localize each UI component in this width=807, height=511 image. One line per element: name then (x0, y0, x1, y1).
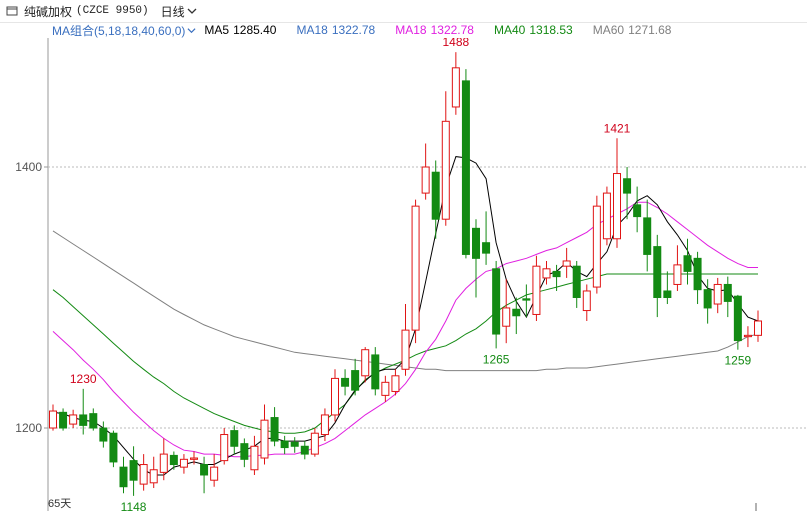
candle-body (482, 242, 491, 254)
legend-ma60: MA60 1271.68 (592, 23, 672, 37)
candle-body (169, 454, 178, 466)
candle-body (139, 464, 148, 485)
candle-body (472, 227, 480, 259)
ma-group-selector[interactable]: MA组合(5,18,18,40,60,0) (52, 22, 185, 39)
candle-body (250, 445, 259, 471)
candle-body (79, 414, 88, 426)
candle-body (663, 290, 672, 299)
candle-body (109, 432, 118, 463)
legend-ma18-a: MA18 1322.78 (296, 23, 376, 37)
candle-body (492, 268, 501, 335)
candle-body (361, 349, 370, 377)
candle-body (512, 308, 521, 317)
high-label: 1421 (604, 121, 631, 135)
candle-body (592, 205, 601, 288)
candle-body (401, 329, 410, 370)
candle-body (230, 430, 239, 447)
candle-body (190, 457, 198, 460)
candle-body (653, 246, 662, 298)
title-bar: 纯碱加权 (CZCE 9950) 日线 (0, 0, 807, 23)
candle-body (300, 445, 309, 455)
legend-ma5: MA5 1285.40 (204, 23, 277, 37)
candle-body (703, 289, 712, 309)
candle-body (693, 257, 702, 291)
candle-body (351, 370, 360, 391)
candle-body (743, 334, 752, 338)
candle-body (683, 255, 692, 272)
y-tick-label: 1200 (15, 421, 42, 435)
candle-body (240, 443, 249, 460)
candle-body (341, 377, 350, 387)
candle-body (431, 171, 440, 220)
candle-body (522, 298, 531, 301)
candle-body (331, 377, 339, 416)
candlestick-chart[interactable]: 1200 1400 1488 1421 1230 1148 1265 1259 (0, 38, 807, 511)
candle-body (461, 80, 470, 255)
high-label: 1230 (70, 372, 97, 386)
candle-body (280, 440, 289, 449)
candle-body (532, 265, 541, 315)
candle-body (451, 67, 460, 108)
low-label: 1148 (121, 500, 147, 511)
candle-body (200, 464, 209, 476)
candle-body (733, 295, 742, 342)
chevron-down-icon[interactable] (187, 6, 197, 16)
candle-body (673, 264, 682, 285)
candle-body (129, 460, 138, 481)
candle-body (643, 217, 652, 255)
candle-body (713, 283, 722, 305)
y-tick-label: 1400 (15, 160, 42, 174)
candle-body (602, 192, 611, 240)
low-label: 1265 (483, 352, 510, 366)
instrument-name: 纯碱加权 (24, 4, 73, 19)
low-label: 1259 (725, 354, 752, 368)
legend-ma40: MA40 1318.53 (493, 23, 573, 37)
candle-body (441, 120, 450, 220)
candle-body (502, 307, 511, 327)
high-label: 1488 (443, 38, 470, 49)
candle-body (210, 466, 219, 481)
chevron-down-icon[interactable] (187, 26, 196, 35)
candle-body (381, 381, 390, 396)
candle-body (633, 204, 642, 218)
candle-body (179, 458, 188, 468)
candle-body (49, 410, 57, 429)
candle-body (754, 320, 762, 336)
legend-ma18-b: MA18 1322.78 (395, 23, 474, 37)
candle-body (159, 453, 168, 473)
document-icon (6, 5, 18, 17)
candle-body (89, 413, 98, 429)
candle-body (59, 411, 68, 429)
ma-legend: MA组合(5,18,18,40,60,0) MA5 1285.40 MA18 132… (52, 22, 691, 38)
candle-body (411, 205, 420, 331)
candle-body (421, 166, 430, 194)
candle-body (290, 441, 299, 447)
candle-body (552, 270, 561, 278)
period-selector[interactable]: 日线 (161, 3, 185, 20)
candle-body (99, 427, 108, 442)
candle-body (623, 178, 632, 194)
candle-body (310, 432, 319, 455)
candle-body (391, 375, 400, 392)
candle-body (220, 434, 229, 462)
candle-body (572, 265, 581, 298)
instrument-code: (CZCE 9950) (76, 5, 149, 17)
candle-body (562, 260, 571, 267)
candle-body (270, 417, 279, 442)
candle-body (260, 419, 269, 459)
days-count: 65天 (48, 498, 72, 510)
candle-body (320, 414, 329, 436)
candle-body (119, 466, 128, 488)
candle-body (582, 290, 591, 312)
candle-body (542, 268, 551, 279)
candle-body (149, 469, 158, 484)
candle-body (613, 173, 621, 240)
candle-body (371, 354, 380, 390)
candle-body (723, 283, 732, 302)
candle-body (69, 414, 78, 425)
